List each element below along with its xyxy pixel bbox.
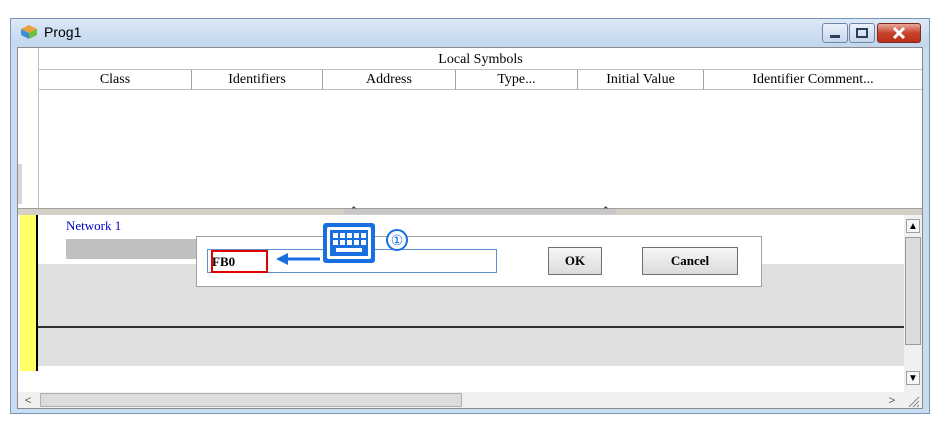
power-rail-gutter — [20, 215, 38, 371]
gutter-strip — [18, 164, 22, 204]
network-header-block — [66, 239, 206, 259]
resize-grip-icon[interactable] — [906, 394, 920, 408]
maximize-icon — [856, 28, 868, 38]
keyboard-icon — [323, 223, 375, 263]
close-button[interactable] — [877, 23, 921, 43]
scroll-up-button[interactable]: ▲ — [906, 219, 920, 233]
network-label: Network 1 — [66, 218, 122, 233]
column-header-class[interactable]: Class — [39, 70, 192, 90]
local-symbols-header: Local Symbols — [39, 50, 922, 70]
cube-app-icon — [21, 25, 37, 39]
highlight-box — [211, 250, 268, 273]
column-header-identifiers[interactable]: Identifiers — [192, 70, 323, 90]
column-header-address[interactable]: Address — [323, 70, 456, 90]
scroll-right-button[interactable]: > — [884, 392, 900, 408]
arrow-right-icon: > — [888, 393, 896, 407]
local-symbols-table: Local Symbols Class Identifiers Address … — [18, 48, 922, 208]
title-bar[interactable]: Prog1 — [11, 19, 929, 47]
column-header-identifier-comment[interactable]: Identifier Comment... — [704, 70, 922, 90]
chevron-up-icon: ⌃ — [350, 205, 358, 215]
editor-client-area: Local Symbols Class Identifiers Address … — [17, 47, 923, 409]
horizontal-scroll-thumb[interactable] — [40, 393, 462, 407]
step-number-badge: ① — [386, 229, 408, 251]
column-header-type[interactable]: Type... — [456, 70, 578, 90]
ok-button[interactable]: OK — [548, 247, 602, 275]
arrow-left-icon — [276, 253, 320, 265]
splitter-grip[interactable]: ⌃ ⌃ — [344, 205, 616, 215]
program-window: Prog1 Local Symbols Class Identifiers Ad… — [10, 18, 930, 414]
minimize-icon — [830, 35, 840, 38]
column-header-initial-value[interactable]: Initial Value — [578, 70, 704, 90]
scroll-left-button[interactable]: < — [20, 392, 36, 408]
vertical-scrollbar[interactable]: ▲ ▼ — [904, 215, 922, 392]
scroll-down-button[interactable]: ▼ — [906, 371, 920, 385]
ladder-row[interactable] — [38, 328, 904, 366]
vertical-scroll-thumb[interactable] — [905, 237, 921, 345]
cancel-button[interactable]: Cancel — [642, 247, 738, 275]
arrow-left-icon: < — [24, 393, 32, 407]
window-title: Prog1 — [44, 24, 82, 40]
minimize-button[interactable] — [822, 23, 848, 43]
horizontal-scrollbar[interactable]: < > — [18, 392, 922, 408]
close-icon — [892, 26, 906, 40]
arrow-up-icon: ▲ — [908, 221, 918, 232]
arrow-down-icon: ▼ — [908, 373, 918, 384]
maximize-button[interactable] — [849, 23, 875, 43]
chevron-up-icon: ⌃ — [602, 205, 610, 215]
